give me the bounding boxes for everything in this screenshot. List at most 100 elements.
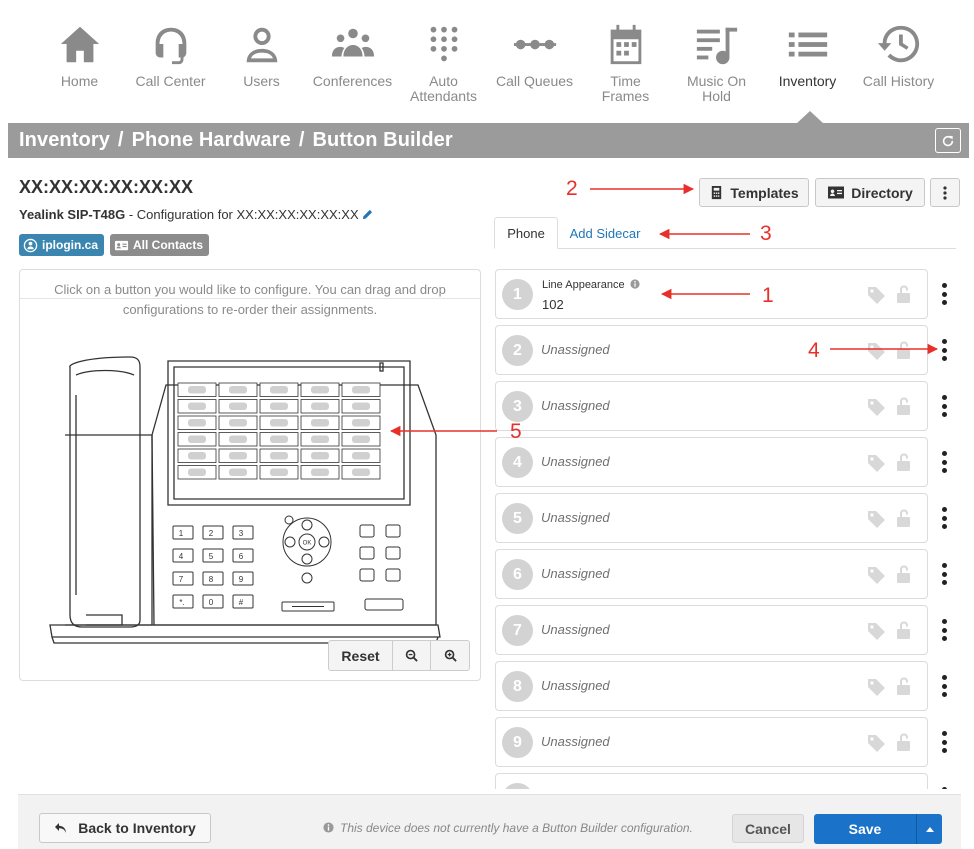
key-1[interactable]: 1 [179, 529, 184, 538]
tag-icon[interactable] [866, 341, 886, 361]
line-key-led [229, 419, 247, 427]
slot-menu-button[interactable] [941, 451, 947, 473]
key-6[interactable]: 6 [239, 552, 244, 561]
key-4[interactable]: 4 [179, 552, 184, 561]
key-9[interactable]: 9 [239, 575, 244, 584]
button-slot-7[interactable]: 7 Unassigned [495, 605, 928, 655]
slot-menu-button[interactable] [941, 731, 947, 753]
key-3[interactable]: 3 [239, 529, 244, 538]
tag-icon[interactable] [866, 565, 886, 585]
tag-icon[interactable] [866, 677, 886, 697]
line-key-led [311, 402, 329, 410]
button-slot-9[interactable]: 9 Unassigned [495, 717, 928, 767]
line-appearance-label: Line Appearance [542, 279, 625, 291]
breadcrumb-inventory[interactable]: Inventory [19, 129, 110, 151]
calendar-icon [601, 20, 651, 70]
button-slot-6[interactable]: 6 Unassigned [495, 549, 928, 599]
unlock-icon[interactable] [895, 676, 912, 696]
tag-icon[interactable] [866, 509, 886, 529]
unlock-icon[interactable] [895, 396, 912, 416]
save-button-group: Save [814, 814, 942, 844]
line-key-grid[interactable] [177, 382, 381, 480]
line-key-led [188, 402, 206, 410]
info-icon[interactable] [629, 279, 640, 289]
nav-conferences[interactable]: Conferences [307, 20, 398, 120]
tag-icon[interactable] [866, 453, 886, 473]
slot-menu-button[interactable] [941, 675, 947, 697]
unlock-icon[interactable] [895, 788, 912, 789]
unlock-icon[interactable] [895, 732, 912, 752]
nav-users[interactable]: Users [216, 20, 307, 120]
unlock-icon[interactable] [895, 340, 912, 360]
button-slot-3[interactable]: 3 Unassigned [495, 381, 928, 431]
line-key-led [352, 402, 370, 410]
tab-phone[interactable]: Phone [494, 217, 558, 249]
slot-menu-button[interactable] [941, 619, 947, 641]
key-8[interactable]: 8 [209, 575, 214, 584]
key-0[interactable]: 0 [209, 598, 214, 607]
config-prefix: - Configuration for [125, 207, 237, 222]
unlock-icon[interactable] [895, 284, 912, 304]
cancel-button[interactable]: Cancel [732, 814, 804, 843]
key-hash[interactable]: # [239, 598, 244, 607]
zoom-out-button[interactable] [393, 641, 431, 670]
directory-button[interactable]: Directory [815, 178, 925, 207]
key-ok[interactable]: OK [303, 541, 312, 547]
slot-menu-button[interactable] [941, 283, 947, 305]
slot-menu-button[interactable] [941, 563, 947, 585]
nav-inventory[interactable]: Inventory [762, 20, 853, 120]
slot-menu-button[interactable] [941, 395, 947, 417]
key-5[interactable]: 5 [209, 552, 214, 561]
back-to-inventory-button[interactable]: Back to Inventory [39, 813, 211, 843]
nav-call-center[interactable]: Call Center [125, 20, 216, 120]
tab-add-sidecar[interactable]: Add Sidecar [562, 217, 648, 249]
slot-menu-button[interactable] [941, 787, 947, 789]
save-button[interactable]: Save [814, 814, 917, 844]
nav-music-on-hold[interactable]: Music On Hold [671, 20, 762, 120]
nav-auto-attendants[interactable]: Auto Attendants [398, 20, 489, 120]
templates-button[interactable]: Templates [699, 178, 809, 207]
zoom-in-button[interactable] [431, 641, 469, 670]
nav-call-queues[interactable]: Call Queues [489, 20, 580, 120]
line-key-led [311, 435, 329, 443]
annotation-number-4: 4 [808, 339, 820, 362]
nav-time-frames[interactable]: Time Frames [580, 20, 671, 120]
key-2[interactable]: 2 [209, 529, 214, 538]
pencil-icon[interactable] [362, 209, 373, 220]
tag-icon[interactable] [866, 733, 886, 753]
nav-label: Users [243, 73, 280, 89]
line-key-led [311, 386, 329, 394]
tag-icon[interactable] [866, 621, 886, 641]
unlock-icon[interactable] [895, 620, 912, 640]
vertical-ellipsis-icon [943, 185, 947, 200]
button-slot-5[interactable]: 5 Unassigned [495, 493, 928, 543]
button-slot-2[interactable]: 2 Unassigned [495, 325, 928, 375]
nav-label: Music On Hold [686, 73, 747, 104]
tag-icon[interactable] [866, 285, 886, 305]
slot-status: Unassigned [541, 734, 610, 749]
tag-icon[interactable] [866, 397, 886, 417]
button-slot-1[interactable]: 1 Line Appearance 102 [495, 269, 928, 319]
more-options-button[interactable] [930, 178, 960, 207]
button-slot-8[interactable]: 8 Unassigned [495, 661, 928, 711]
unlock-icon[interactable] [895, 564, 912, 584]
key-star[interactable]: *. [179, 598, 184, 607]
reset-zoom-button[interactable]: Reset [329, 641, 393, 670]
device-config-line: Yealink SIP-T48G - Configuration for XX:… [19, 207, 373, 222]
contacts-badge[interactable]: All Contacts [110, 234, 210, 256]
domain-badge[interactable]: iplogin.ca [19, 234, 105, 256]
unlock-icon[interactable] [895, 508, 912, 528]
refresh-button[interactable] [935, 128, 961, 153]
unlock-icon[interactable] [895, 452, 912, 472]
phone-illustration[interactable]: 1 2 3 4 5 6 7 8 9 *. 0 # OK [40, 325, 460, 655]
button-slot-4[interactable]: 4 Unassigned [495, 437, 928, 487]
nav-home[interactable]: Home [34, 20, 125, 120]
slot-menu-button[interactable] [941, 339, 947, 361]
breadcrumb-phone-hardware[interactable]: Phone Hardware [132, 129, 291, 151]
slot-number: 5 [502, 503, 533, 534]
slot-menu-button[interactable] [941, 507, 947, 529]
button-slot-10[interactable]: 10Unassigned [495, 773, 928, 789]
key-7[interactable]: 7 [179, 575, 184, 584]
save-options-dropdown[interactable] [917, 814, 942, 844]
nav-call-history[interactable]: Call History [853, 20, 944, 120]
